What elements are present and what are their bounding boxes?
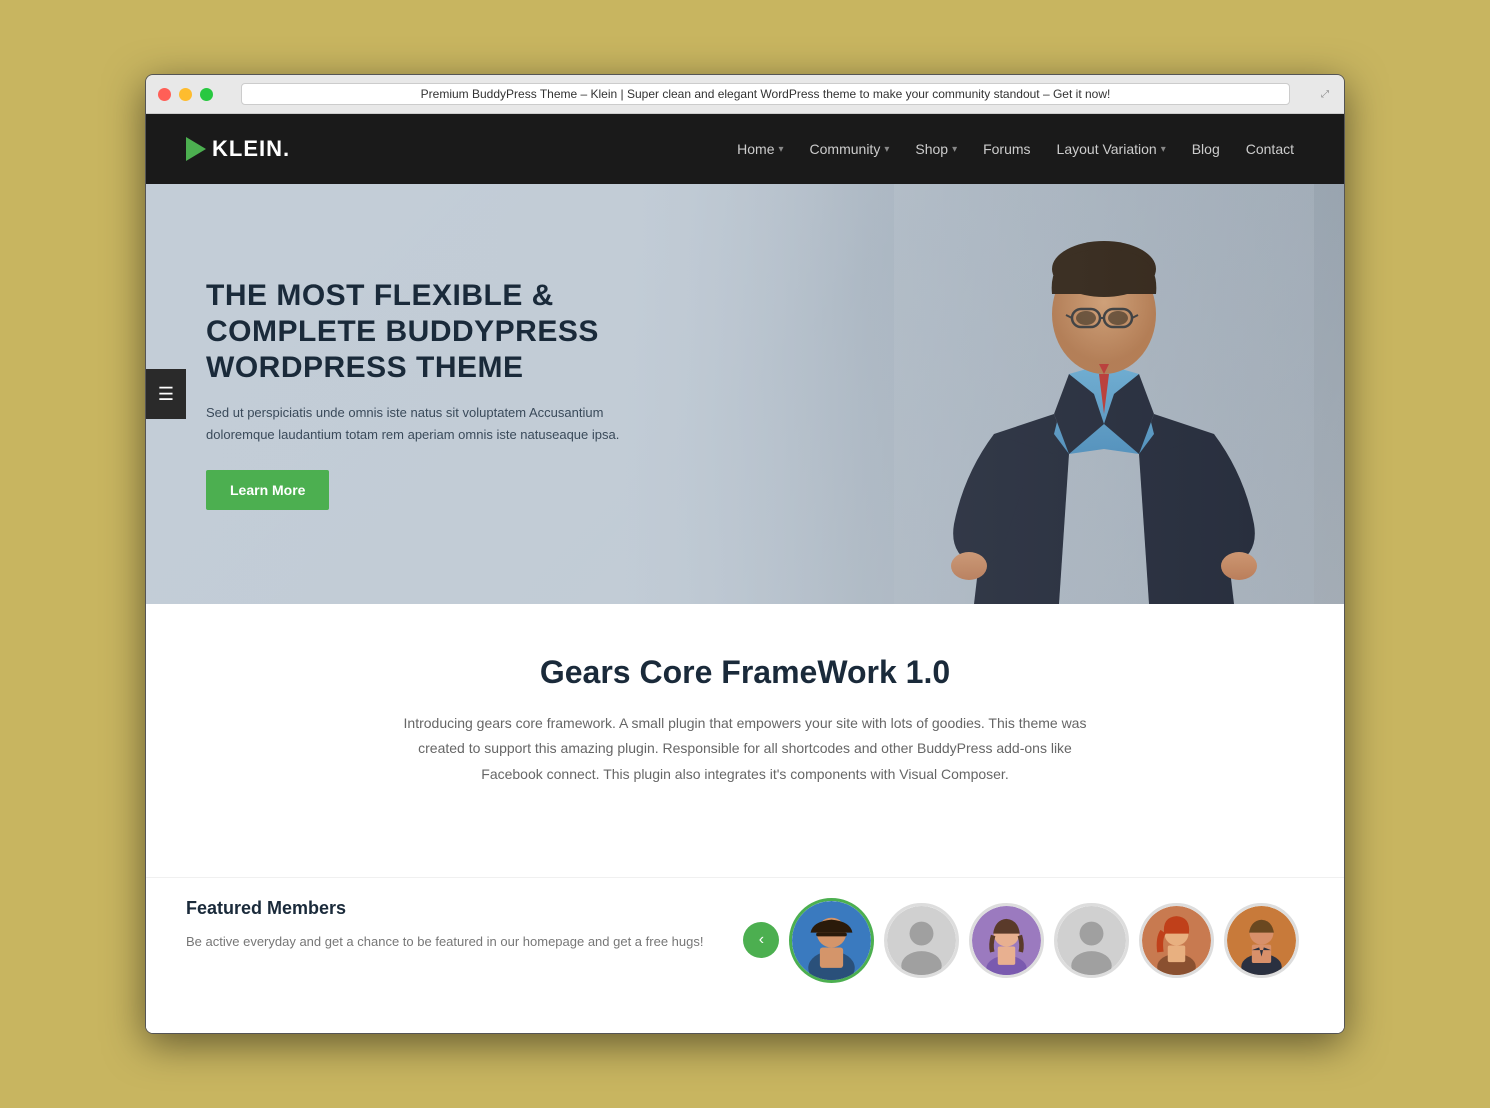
- nav-menu: Home ▾ Community ▾ Shop ▾: [727, 133, 1304, 165]
- list-item[interactable]: [789, 898, 874, 983]
- nav-label-community: Community: [810, 141, 881, 157]
- framework-description: Introducing gears core framework. A smal…: [395, 711, 1095, 787]
- logo-text: KLEIN.: [212, 136, 290, 162]
- hero-section: ☰: [146, 184, 1344, 604]
- chevron-down-icon: ▾: [952, 144, 957, 155]
- website-content: KLEIN. Home ▾ Community ▾: [146, 114, 1344, 1033]
- chevron-down-icon: ▾: [1161, 144, 1166, 155]
- nav-item-shop[interactable]: Shop ▾: [905, 133, 967, 165]
- nav-item-community[interactable]: Community ▾: [800, 133, 900, 165]
- list-item[interactable]: [1054, 903, 1129, 978]
- nav-label-home: Home: [737, 141, 774, 157]
- nav-label-layout: Layout Variation: [1057, 141, 1157, 157]
- sidebar-toggle-button[interactable]: ☰: [146, 369, 186, 419]
- nav-link-shop[interactable]: Shop ▾: [905, 133, 967, 165]
- members-carousel: ‹: [743, 898, 1304, 983]
- navbar: KLEIN. Home ▾ Community ▾: [146, 114, 1344, 184]
- list-item[interactable]: [884, 903, 959, 978]
- list-item[interactable]: [1224, 903, 1299, 978]
- nav-item-blog[interactable]: Blog: [1182, 133, 1230, 165]
- nav-item-layout[interactable]: Layout Variation ▾: [1047, 133, 1176, 165]
- featured-members-description: Be active everyday and get a chance to b…: [186, 931, 703, 953]
- featured-info: Featured Members Be active everyday and …: [186, 898, 703, 953]
- hamburger-icon: ☰: [158, 384, 174, 405]
- nav-link-forums[interactable]: Forums: [973, 133, 1040, 165]
- browser-titlebar: Premium BuddyPress Theme – Klein | Super…: [146, 75, 1344, 114]
- resize-icon: ⤢: [1318, 87, 1332, 101]
- chevron-down-icon: ▾: [884, 144, 889, 155]
- members-list: [779, 898, 1304, 983]
- nav-link-layout[interactable]: Layout Variation ▾: [1047, 133, 1176, 165]
- featured-members-section: Featured Members Be active everyday and …: [146, 877, 1344, 1033]
- hero-title: THE MOST FLEXIBLE & COMPLETE BUDDYPRESS …: [206, 278, 626, 386]
- nav-item-home[interactable]: Home ▾: [727, 133, 793, 165]
- framework-section: Gears Core FrameWork 1.0 Introducing gea…: [146, 604, 1344, 877]
- chevron-down-icon: ▾: [779, 144, 784, 155]
- nav-label-blog: Blog: [1192, 141, 1220, 157]
- list-item[interactable]: [1139, 903, 1214, 978]
- nav-link-community[interactable]: Community ▾: [800, 133, 900, 165]
- learn-more-button[interactable]: Learn More: [206, 470, 329, 510]
- nav-item-forums[interactable]: Forums: [973, 133, 1040, 165]
- hero-subtitle: Sed ut perspiciatis unde omnis iste natu…: [206, 402, 626, 446]
- logo-icon: [186, 137, 206, 161]
- nav-link-home[interactable]: Home ▾: [727, 133, 793, 165]
- hero-content: THE MOST FLEXIBLE & COMPLETE BUDDYPRESS …: [146, 278, 686, 510]
- maximize-button[interactable]: [200, 88, 213, 101]
- nav-item-contact[interactable]: Contact: [1236, 133, 1304, 165]
- close-button[interactable]: [158, 88, 171, 101]
- featured-members-title: Featured Members: [186, 898, 703, 919]
- nav-label-forums: Forums: [983, 141, 1030, 157]
- nav-link-contact[interactable]: Contact: [1236, 133, 1304, 165]
- nav-link-blog[interactable]: Blog: [1182, 133, 1230, 165]
- nav-label-shop: Shop: [915, 141, 948, 157]
- logo[interactable]: KLEIN.: [186, 136, 290, 162]
- minimize-button[interactable]: [179, 88, 192, 101]
- nav-label-contact: Contact: [1246, 141, 1294, 157]
- carousel-prev-button[interactable]: ‹: [743, 922, 779, 958]
- list-item[interactable]: [969, 903, 1044, 978]
- framework-title: Gears Core FrameWork 1.0: [186, 654, 1304, 691]
- browser-window: Premium BuddyPress Theme – Klein | Super…: [145, 74, 1345, 1034]
- url-bar[interactable]: Premium BuddyPress Theme – Klein | Super…: [241, 83, 1290, 105]
